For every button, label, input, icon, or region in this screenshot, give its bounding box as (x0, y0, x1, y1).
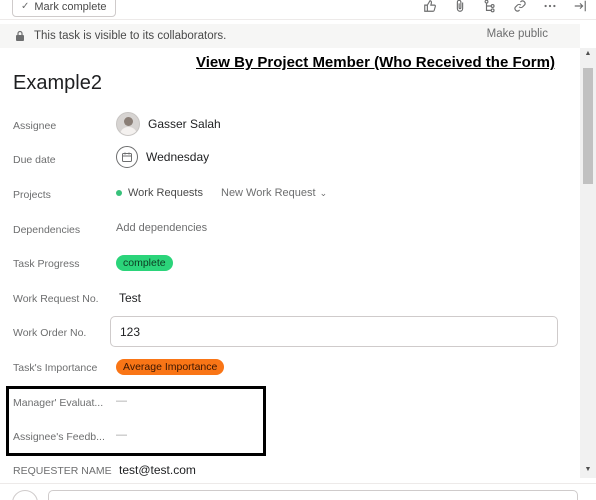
avatar (116, 112, 140, 136)
assignee-field[interactable]: Gasser Salah (116, 112, 221, 136)
scrollbar-thumb[interactable] (583, 68, 593, 184)
due-date-label: Due date (13, 154, 56, 166)
task-progress-label: Task Progress (13, 258, 80, 270)
annotation-caption: View By Project Member (Who Received the… (196, 54, 555, 71)
work-order-no-input[interactable]: 123 (110, 316, 558, 347)
project-name[interactable]: Work Requests (128, 187, 203, 199)
more-icon[interactable] (542, 0, 558, 14)
mark-complete-button[interactable]: ✓ Mark complete (12, 0, 116, 17)
projects-field: Work Requests New Work Request ⌄ (116, 187, 327, 199)
lock-icon (16, 30, 24, 41)
task-toolbar: ✓ Mark complete (0, 0, 596, 20)
task-importance-label: Task's Importance (13, 362, 98, 374)
task-title[interactable]: Example2 (13, 72, 102, 95)
check-icon: ✓ (21, 1, 30, 12)
requester-name-label: REQUESTER NAME (13, 465, 112, 477)
dependencies-field[interactable]: Add dependencies (116, 222, 207, 234)
annotation-highlight-box (6, 386, 266, 456)
mark-complete-label: Mark complete (34, 0, 107, 13)
comment-input[interactable] (48, 490, 578, 500)
add-dependencies-link[interactable]: Add dependencies (116, 222, 207, 234)
subtask-icon[interactable] (482, 0, 498, 14)
link-icon[interactable] (512, 0, 528, 14)
visibility-message: This task is visible to its collaborator… (34, 30, 227, 42)
make-public-link[interactable]: Make public (487, 28, 548, 40)
importance-badge[interactable]: Average Importance (116, 359, 225, 375)
work-order-no-label: Work Order No. (13, 327, 87, 339)
scroll-up-icon[interactable]: ▲ (583, 50, 593, 57)
project-color-dot (116, 190, 122, 196)
projects-label: Projects (13, 189, 51, 201)
attachment-icon[interactable] (452, 0, 468, 14)
work-request-no-value[interactable]: Test (119, 291, 141, 305)
assignee-label: Assignee (13, 120, 57, 132)
visibility-banner: This task is visible to its collaborator… (0, 24, 580, 48)
work-request-no-label: Work Request No. (13, 293, 99, 305)
calendar-icon (116, 146, 138, 168)
requester-name-value[interactable]: test@test.com (119, 463, 196, 477)
due-date-value: Wednesday (146, 150, 210, 164)
thumbs-up-icon[interactable] (422, 0, 438, 14)
project-section-select[interactable]: New Work Request (221, 187, 316, 199)
due-date-field[interactable]: Wednesday (116, 146, 209, 168)
task-importance-field[interactable]: Average Importance (116, 359, 225, 375)
toolbar-icon-group (422, 0, 588, 14)
close-panel-icon[interactable] (572, 0, 588, 14)
assignee-name: Gasser Salah (148, 117, 221, 131)
dependencies-label: Dependencies (13, 224, 81, 236)
status-badge[interactable]: complete (116, 255, 173, 271)
scroll-down-icon[interactable]: ▼ (583, 466, 593, 473)
task-progress-field[interactable]: complete (116, 255, 173, 271)
chevron-down-icon[interactable]: ⌄ (320, 188, 328, 199)
